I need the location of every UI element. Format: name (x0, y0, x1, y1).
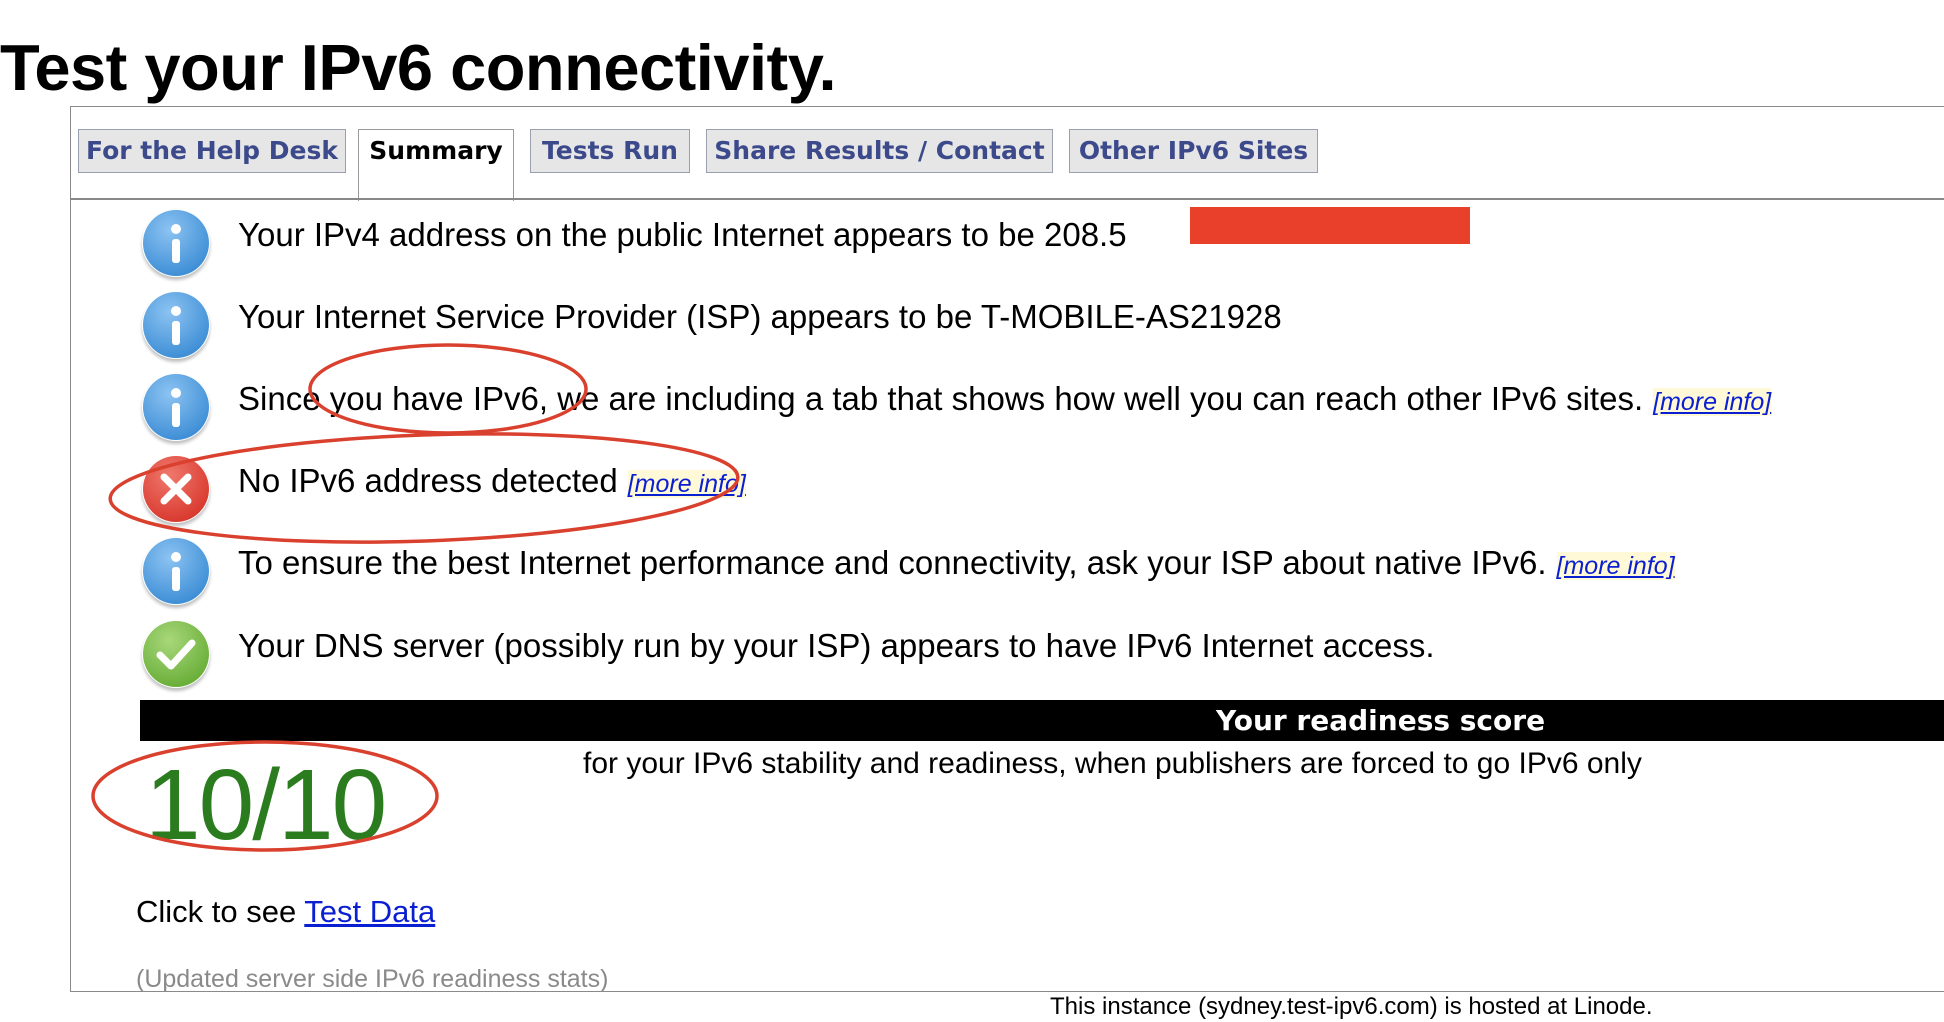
result-message: No IPv6 address detected (238, 462, 618, 499)
info-icon (142, 373, 210, 441)
readiness-score-value: 10/10 (145, 749, 387, 861)
tab-label: Share Results / Contact (714, 136, 1045, 165)
result-text: To ensure the best Internet performance … (238, 543, 1675, 586)
test-data-line: Click to see Test Data (136, 892, 435, 932)
result-message: To ensure the best Internet performance … (238, 544, 1547, 581)
result-text: Your Internet Service Provider (ISP) app… (238, 298, 1282, 335)
tab-tests-run[interactable]: Tests Run (530, 129, 690, 173)
tab-divider (71, 198, 1944, 200)
info-icon (142, 209, 210, 277)
readiness-score-description: for your IPv6 stability and readiness, w… (583, 747, 1642, 780)
more-info-link[interactable]: [more info] (1556, 552, 1675, 580)
tab-label: Other IPv6 Sites (1078, 136, 1309, 165)
result-text: No IPv6 address detected [more info] (238, 461, 746, 504)
redaction-bar (1190, 207, 1470, 244)
page-title: Test your IPv6 connectivity. (0, 31, 837, 104)
info-icon (142, 537, 210, 605)
result-text: Your IPv4 address on the public Internet… (238, 216, 1127, 253)
more-info-link[interactable]: [more info] (627, 470, 746, 498)
tab-share-results[interactable]: Share Results / Contact (706, 129, 1053, 173)
tab-summary[interactable]: Summary (358, 129, 514, 201)
tab-help-desk[interactable]: For the Help Desk (78, 129, 346, 173)
tab-label: For the Help Desk (86, 136, 338, 165)
info-icon (142, 291, 210, 359)
result-text: Your DNS server (possibly run by your IS… (238, 627, 1435, 664)
error-icon (142, 455, 210, 523)
more-info-link[interactable]: [more info] (1653, 388, 1772, 416)
hosting-footer: This instance (sydney.test-ipv6.com) is … (1050, 993, 1653, 1020)
readiness-score-banner (140, 700, 1944, 741)
test-data-link[interactable]: Test Data (304, 894, 435, 929)
result-text: Since you have IPv6, we are including a … (238, 379, 1772, 422)
result-message: Since you have IPv6, we are including a … (238, 380, 1644, 417)
tab-other-ipv6-sites[interactable]: Other IPv6 Sites (1069, 129, 1318, 173)
check-icon (142, 620, 210, 688)
tab-label: Tests Run (542, 136, 678, 165)
tab-label: Summary (369, 136, 503, 165)
test-data-prefix: Click to see (136, 894, 305, 929)
updated-stats-note: (Updated server side IPv6 readiness stat… (136, 965, 609, 993)
readiness-score-title: Your readiness score (1216, 704, 1546, 737)
